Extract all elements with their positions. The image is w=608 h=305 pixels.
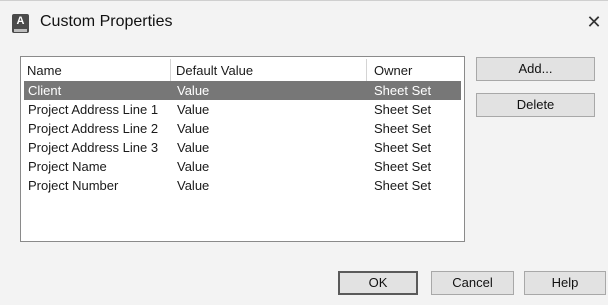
- column-header-default-value[interactable]: Default Value: [176, 63, 253, 78]
- row-owner: Sheet Set: [374, 178, 432, 193]
- row-default-value: Value: [177, 178, 210, 193]
- row-default-value: Value: [177, 159, 210, 174]
- column-divider[interactable]: [366, 59, 367, 81]
- row-name: Project Address Line 3: [28, 140, 159, 155]
- app-icon: A: [12, 14, 29, 33]
- app-icon-bar: [14, 29, 27, 32]
- window-edge: [0, 0, 608, 1]
- row-default-value: Value: [177, 83, 210, 98]
- row-name: Project Number: [28, 178, 119, 193]
- ok-button[interactable]: OK: [338, 271, 418, 295]
- close-icon[interactable]: ✕: [582, 10, 606, 34]
- row-owner: Sheet Set: [374, 102, 432, 117]
- properties-list[interactable]: Name Default Value Owner Client Value Sh…: [20, 56, 465, 242]
- list-row-project-name[interactable]: Project Name Value Sheet Set: [24, 157, 461, 176]
- list-row-project-address-line-3[interactable]: Project Address Line 3 Value Sheet Set: [24, 138, 461, 157]
- row-name: Project Name: [28, 159, 107, 174]
- custom-properties-dialog: A Custom Properties ✕ Name Default Value…: [0, 0, 608, 305]
- dialog-title: Custom Properties: [40, 13, 173, 30]
- row-owner: Sheet Set: [374, 140, 432, 155]
- row-name: Project Address Line 1: [28, 102, 159, 117]
- row-name: Project Address Line 2: [28, 121, 159, 136]
- row-default-value: Value: [177, 102, 210, 117]
- row-owner: Sheet Set: [374, 121, 432, 136]
- help-button[interactable]: Help: [524, 271, 606, 295]
- row-default-value: Value: [177, 140, 210, 155]
- column-divider[interactable]: [170, 59, 171, 81]
- row-owner: Sheet Set: [374, 83, 432, 98]
- list-row-project-address-line-2[interactable]: Project Address Line 2 Value Sheet Set: [24, 119, 461, 138]
- list-row-client[interactable]: Client Value Sheet Set: [24, 81, 461, 100]
- row-owner: Sheet Set: [374, 159, 432, 174]
- row-name: Client: [28, 83, 62, 98]
- app-icon-glyph: A: [16, 15, 25, 27]
- list-rows: Client Value Sheet Set Project Address L…: [21, 81, 464, 195]
- cancel-button[interactable]: Cancel: [431, 271, 514, 295]
- list-row-project-address-line-1[interactable]: Project Address Line 1 Value Sheet Set: [24, 100, 461, 119]
- delete-button[interactable]: Delete: [476, 93, 595, 117]
- list-row-project-number[interactable]: Project Number Value Sheet Set: [24, 176, 461, 195]
- list-header: Name Default Value Owner: [21, 57, 464, 81]
- column-header-name[interactable]: Name: [27, 63, 62, 78]
- column-header-owner[interactable]: Owner: [374, 63, 412, 78]
- add-button[interactable]: Add...: [476, 57, 595, 81]
- row-default-value: Value: [177, 121, 210, 136]
